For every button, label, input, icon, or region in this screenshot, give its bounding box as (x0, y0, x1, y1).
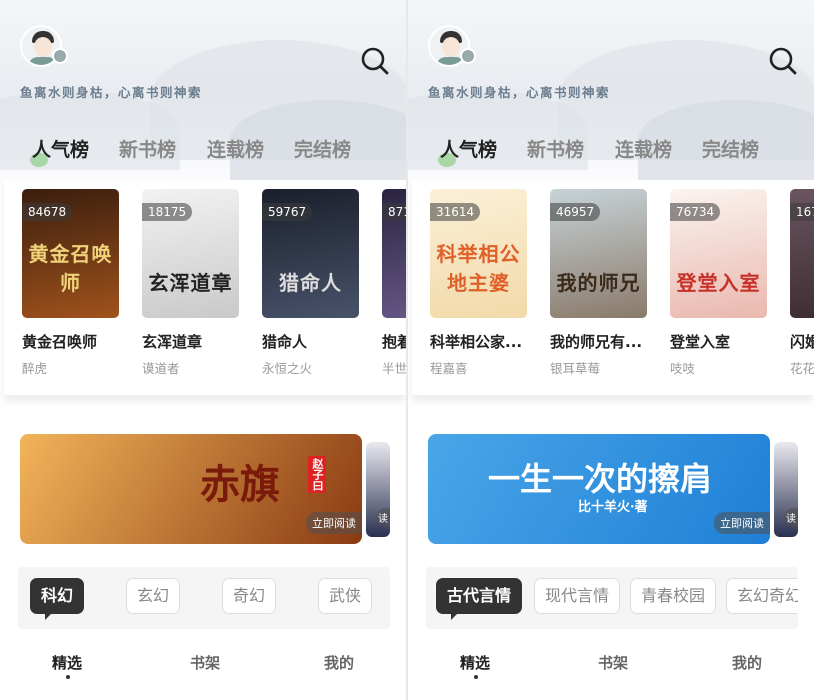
book-cover[interactable]: 76734 登堂入室 (670, 189, 767, 318)
popularity-count: 18175 (142, 203, 193, 221)
book-item[interactable]: 18175 玄浑道章 玄浑道章 谟道者 (142, 189, 239, 377)
tab-ranking[interactable]: 完结榜 (294, 135, 351, 162)
promo-banner[interactable]: 一生一次的擦肩 比十羊火·著 立即阅读 (428, 434, 770, 544)
popularity-count: 167 (790, 203, 814, 221)
popularity-count: 59767 (262, 203, 313, 221)
book-author: 吱吱 (670, 361, 696, 376)
book-cover[interactable]: 59767 猎命人 (262, 189, 359, 318)
book-title[interactable]: 黄金召唤师 (22, 331, 119, 352)
search-icon[interactable] (768, 46, 798, 76)
category-chip[interactable]: 科幻 (30, 578, 85, 620)
book-cover[interactable]: 871 抱 (382, 189, 406, 318)
book-author: 半世 (382, 361, 406, 376)
active-nav-dot (474, 675, 478, 679)
active-nav-dot (66, 675, 70, 679)
book-item[interactable]: 59767 猎命人 猎命人 永恒之火 (262, 189, 359, 377)
promo-banner[interactable]: 赤旗 赵子曰 立即阅读 (20, 434, 362, 544)
book-item[interactable]: 167 小的 闪婚 花花 (790, 189, 814, 377)
next-banner-peek[interactable]: 读 (366, 442, 390, 537)
book-title[interactable]: 我的师兄有... (550, 331, 647, 352)
tab-ranking[interactable]: 新书榜 (119, 135, 176, 162)
bottom-nav-item[interactable]: 精选 (52, 652, 82, 673)
book-title[interactable]: 玄浑道章 (142, 331, 239, 352)
tab-ranking[interactable]: 连载榜 (615, 135, 672, 162)
book-title[interactable]: 猎命人 (262, 331, 359, 352)
tab-ranking[interactable]: 人气榜 (32, 135, 89, 162)
motto-text: 鱼离水则身枯，心离书则神索 (428, 85, 611, 100)
book-author: 花花 (790, 361, 814, 376)
motto-text: 鱼离水则身枯，心离书则神索 (20, 85, 203, 100)
category-chip[interactable]: 奇幻 (222, 578, 277, 614)
book-title[interactable]: 抱着 (382, 331, 406, 352)
book-author: 醉虎 (22, 361, 48, 376)
category-chip[interactable]: 玄幻奇幻 (726, 578, 798, 614)
category-chip[interactable]: 古代言情 (436, 578, 523, 620)
tab-ranking[interactable]: 完结榜 (702, 135, 759, 162)
banner-author: 比十羊火·著 (578, 500, 648, 515)
book-author: 永恒之火 (262, 361, 313, 376)
bottom-nav-item[interactable]: 书架 (190, 652, 220, 673)
bottom-nav-item[interactable]: 书架 (598, 652, 628, 673)
cover-title-art: 我的师兄 (556, 271, 641, 295)
banner-title: 赤旗 (200, 461, 280, 508)
book-item[interactable]: 31614 科举相公地主婆 科举相公家... 程嘉喜 (430, 189, 527, 377)
category-chip[interactable]: 玄幻 (126, 578, 181, 614)
read-now-button[interactable]: 立即阅读 (306, 512, 362, 534)
category-bar: 古代言情 现代言情 青春校园 玄幻奇幻 (426, 567, 798, 629)
book-item[interactable]: 84678 黄金召唤师 黄金召唤师 醉虎 (22, 189, 119, 377)
book-cover[interactable]: 18175 玄浑道章 (142, 189, 239, 318)
book-title[interactable]: 登堂入室 (670, 331, 767, 352)
book-title[interactable]: 闪婚 (790, 331, 814, 352)
book-item[interactable]: 46957 我的师兄 我的师兄有... 银耳草莓 (550, 189, 647, 377)
cover-title-art: 登堂入室 (676, 271, 761, 295)
book-title[interactable]: 科举相公家... (430, 331, 527, 352)
book-cover[interactable]: 46957 我的师兄 (550, 189, 647, 318)
banner-author: 赵子曰 (308, 456, 326, 493)
book-item[interactable]: 871 抱 抱着 半世 (382, 189, 406, 377)
read-now-button[interactable]: 立即阅读 (714, 512, 770, 534)
next-banner-peek[interactable]: 读 (774, 442, 798, 537)
banner-title: 一生一次的擦肩 (488, 460, 713, 498)
book-author: 谟道者 (142, 361, 180, 376)
popularity-count: 84678 (22, 203, 73, 221)
search-icon[interactable] (360, 46, 390, 76)
book-cover[interactable]: 167 小的 (790, 189, 814, 318)
tab-ranking[interactable]: 连载榜 (207, 135, 264, 162)
refresh-badge-icon (460, 48, 476, 64)
popularity-count: 871 (382, 203, 406, 221)
bottom-nav-item[interactable]: 精选 (460, 652, 490, 673)
popularity-count: 76734 (670, 203, 721, 221)
popularity-count: 31614 (430, 203, 481, 221)
cover-title-art: 玄浑道章 (148, 271, 233, 295)
app-screen: 鱼离水则身枯，心离书则神索 人气榜 新书榜 连载榜 完结榜 31614 科举相公地主婆… (408, 0, 814, 700)
category-chip[interactable]: 青春校园 (630, 578, 717, 614)
cover-title-art: 小的 (790, 267, 814, 296)
app-screen: 鱼离水则身枯，心离书则神索 人气榜 新书榜 连载榜 完结榜 84678 黄金召唤师 黄… (0, 0, 406, 700)
cover-title-art: 科举相公地主婆 (436, 242, 521, 295)
tab-ranking[interactable]: 新书榜 (527, 135, 584, 162)
bottom-nav-item[interactable]: 我的 (324, 652, 354, 673)
book-author: 银耳草莓 (550, 361, 601, 376)
category-bar: 科幻 玄幻 奇幻 武侠 (18, 567, 390, 629)
cover-title-art: 猎命人 (279, 271, 342, 295)
category-chip[interactable]: 武侠 (318, 578, 373, 614)
book-item[interactable]: 76734 登堂入室 登堂入室 吱吱 (670, 189, 767, 377)
book-cover[interactable]: 31614 科举相公地主婆 (430, 189, 527, 318)
refresh-badge-icon (52, 48, 68, 64)
book-author: 程嘉喜 (430, 361, 468, 376)
cover-title-art: 抱 (382, 267, 406, 296)
book-cover[interactable]: 84678 黄金召唤师 (22, 189, 119, 318)
category-chip[interactable]: 现代言情 (534, 578, 621, 614)
tab-ranking[interactable]: 人气榜 (440, 135, 497, 162)
cover-title-art: 黄金召唤师 (28, 242, 113, 295)
popularity-count: 46957 (550, 203, 601, 221)
bottom-nav-item[interactable]: 我的 (732, 652, 762, 673)
